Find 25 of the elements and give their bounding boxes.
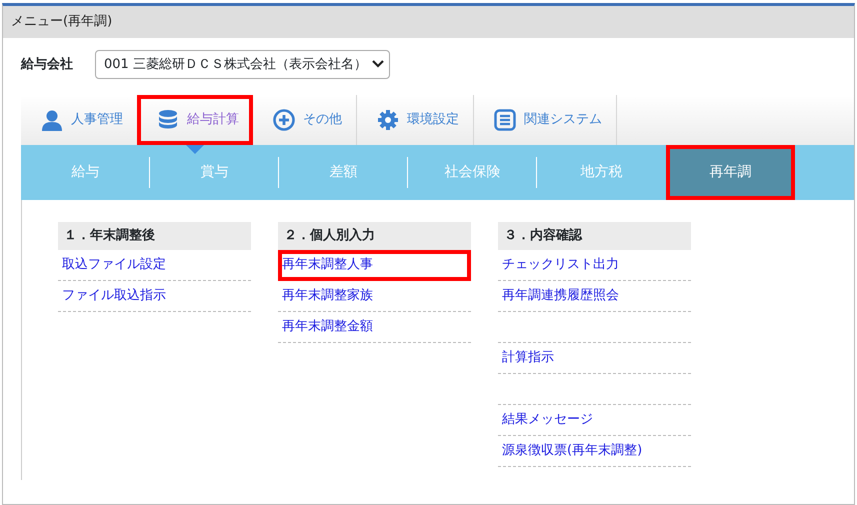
plus-circle-icon	[273, 109, 295, 131]
menu-link[interactable]: 取込ファイル設定	[58, 250, 251, 280]
chevron-down-icon	[370, 59, 385, 70]
person-icon	[41, 109, 63, 131]
gear-icon	[377, 109, 399, 131]
menu-link[interactable]: 再年調連携履歴照会	[498, 280, 691, 312]
section-header: ２．個人別入力	[278, 222, 471, 250]
section-header: ３．内容確認	[498, 222, 691, 250]
menu-link[interactable]: ファイル取込指示	[58, 280, 251, 312]
database-icon	[157, 109, 179, 131]
section-header: １．年末調整後	[58, 222, 251, 250]
menu-link[interactable]: 結果メッセージ	[498, 404, 691, 436]
menu-link[interactable]: 計算指示	[498, 342, 691, 374]
company-select[interactable]: 001 三菱総研ＤＣＳ株式会社（表示会社名）	[95, 50, 390, 79]
menu-link[interactable]: 再年末調整家族	[278, 280, 471, 312]
menu-link[interactable]: 再年末調整人事	[278, 250, 471, 280]
nav-tab[interactable]: 人事管理	[21, 95, 137, 145]
menu-link[interactable]: 源泉徴収票(再年末調整)	[498, 436, 691, 466]
nav-tab[interactable]: 給与計算	[137, 95, 253, 145]
menu-link[interactable]: チェックリスト出力	[498, 250, 691, 280]
sub-tab[interactable]: 再年調	[666, 145, 795, 200]
menu-link[interactable]: 再年末調整金額	[278, 312, 471, 342]
list-icon	[494, 109, 516, 131]
company-label: 給与会社	[21, 56, 73, 74]
window-title: メニュー(再年調)	[3, 6, 854, 38]
